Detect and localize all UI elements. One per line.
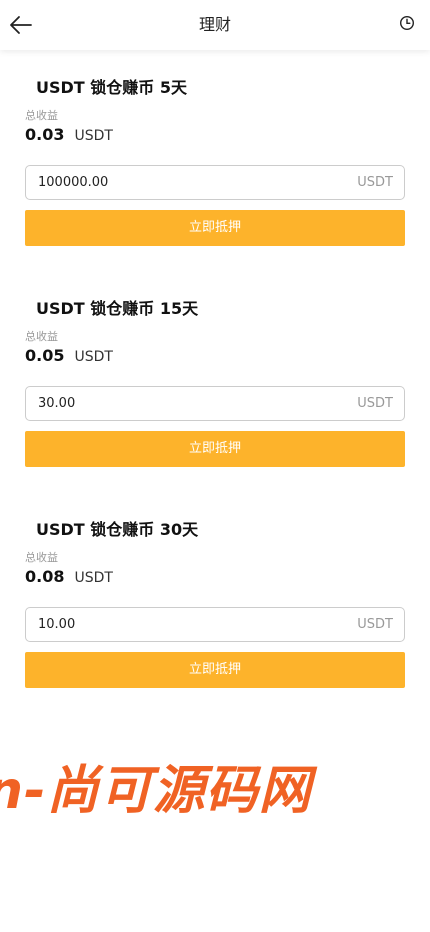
earnings-label: 总收益: [25, 551, 58, 564]
page-title: 理财: [198, 15, 231, 34]
earnings-unit: USDT: [74, 570, 113, 586]
amount-unit: USDT: [357, 617, 393, 632]
amount-unit: USDT: [357, 175, 393, 190]
clock-icon: [399, 15, 415, 31]
earnings-value: 0.05: [25, 346, 65, 365]
product-title: USDT 锁仓赚币 30天: [36, 520, 199, 539]
earnings-row: 0.03 USDT: [25, 125, 113, 144]
back-button[interactable]: [8, 12, 34, 38]
earnings-label: 总收益: [25, 109, 58, 122]
product-list: USDT 锁仓赚币 5天 总收益 0.03 USDT USDT 立即抵押 USD…: [0, 64, 430, 727]
amount-field: USDT: [25, 607, 405, 642]
product-title: USDT 锁仓赚币 15天: [36, 299, 199, 318]
product-card: USDT 锁仓赚币 15天 总收益 0.05 USDT USDT 立即抵押: [0, 285, 430, 506]
amount-field: USDT: [25, 386, 405, 421]
pledge-button[interactable]: 立即抵押: [25, 210, 405, 246]
earnings-value: 0.08: [25, 567, 65, 586]
product-title: USDT 锁仓赚币 5天: [36, 78, 187, 97]
app-header: 理财: [0, 0, 430, 50]
earnings-value: 0.03: [25, 125, 65, 144]
earnings-label: 总收益: [25, 330, 58, 343]
amount-input[interactable]: [38, 608, 338, 641]
pledge-button[interactable]: 立即抵押: [25, 431, 405, 467]
arrow-left-icon: [10, 16, 32, 34]
watermark: n-尚可源码网: [0, 761, 312, 821]
amount-field: USDT: [25, 165, 405, 200]
earnings-row: 0.08 USDT: [25, 567, 113, 586]
product-card: USDT 锁仓赚币 30天 总收益 0.08 USDT USDT 立即抵押: [0, 506, 430, 727]
product-card: USDT 锁仓赚币 5天 总收益 0.03 USDT USDT 立即抵押: [0, 64, 430, 285]
pledge-button[interactable]: 立即抵押: [25, 652, 405, 688]
amount-input[interactable]: [38, 166, 338, 199]
amount-unit: USDT: [357, 396, 393, 411]
earnings-row: 0.05 USDT: [25, 346, 113, 365]
history-button[interactable]: [398, 14, 416, 32]
earnings-unit: USDT: [74, 349, 113, 365]
amount-input[interactable]: [38, 387, 338, 420]
earnings-unit: USDT: [74, 128, 113, 144]
